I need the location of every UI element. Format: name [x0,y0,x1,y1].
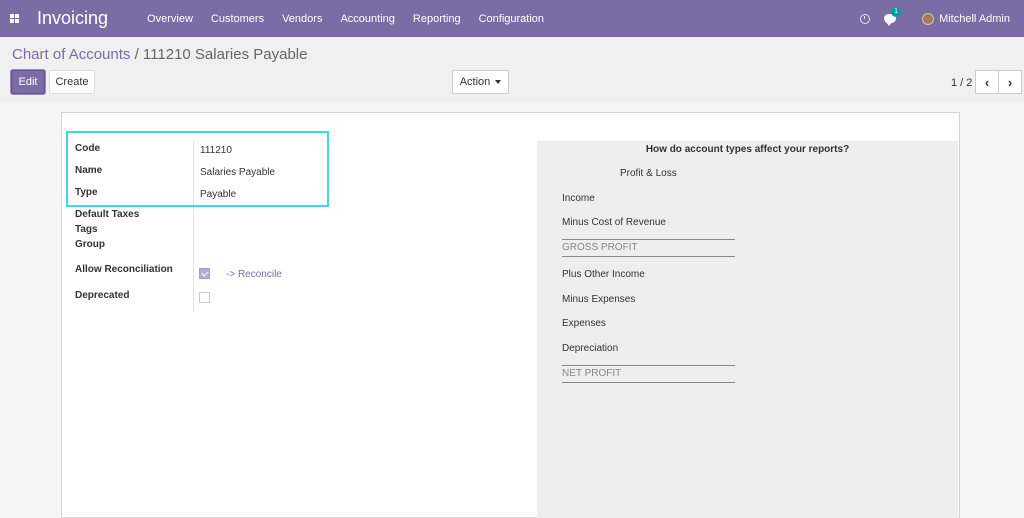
chevron-right-icon: › [1007,74,1013,90]
deprecated-label: Deprecated [75,290,130,301]
create-button[interactable]: Create [49,70,95,94]
user-name[interactable]: Mitchell Admin [939,13,1010,25]
breadcrumb-separator: / [134,46,139,63]
action-dropdown-button[interactable]: Action [452,70,509,94]
caret-down-icon [495,80,502,84]
help-expenses: Expenses [562,318,606,329]
help-minus-expenses: Minus Expenses [562,294,636,305]
help-depreciation: Depreciation [562,343,619,354]
reconcile-link[interactable]: -> Reconcile [226,269,282,280]
tags-label: Tags [75,224,98,235]
pager-value[interactable]: 1 / 2 [951,77,972,89]
help-income: Income [562,193,595,204]
chat-badge: 1 [891,7,901,17]
help-minus-cost: Minus Cost of Revenue [562,217,666,228]
breadcrumb: Chart of Accounts / 111210 Salaries Paya… [12,46,307,63]
help-plus-other-income: Plus Other Income [562,269,645,280]
allow-reconciliation-label: Allow Reconciliation [75,264,173,275]
breadcrumb-current: 111210 Salaries Payable [142,46,308,63]
help-net-profit: NET PROFIT [562,365,735,383]
group-label: Group [75,239,105,250]
menu-item-customers[interactable]: Customers [202,13,273,25]
app-name[interactable]: Invoicing [37,8,108,29]
main-menu: Overview Customers Vendors Accounting Re… [138,13,553,25]
pager-previous-button[interactable]: ‹ [975,70,999,94]
apps-menu-icon[interactable] [0,0,28,37]
allow-reconciliation-checkbox[interactable] [199,268,210,279]
menu-item-reporting[interactable]: Reporting [404,13,470,25]
deprecated-checkbox[interactable] [199,292,210,303]
help-subtitle: Profit & Loss [620,168,677,179]
menu-item-overview[interactable]: Overview [138,13,202,25]
action-button-label: Action [459,76,491,88]
help-title: How do account types affect your reports… [645,144,850,155]
menu-item-configuration[interactable]: Configuration [470,13,553,25]
breadcrumb-parent[interactable]: Chart of Accounts [12,46,130,63]
activity-clock-icon[interactable] [860,13,871,24]
default-taxes-label: Default Taxes [75,209,140,220]
chevron-left-icon: ‹ [984,74,990,90]
help-panel [537,141,958,518]
selection-highlight [66,131,329,207]
help-gross-profit: GROSS PROFIT [562,239,735,257]
navbar-right: 1 Mitchell Admin [860,0,1024,37]
pager-next-button[interactable]: › [998,70,1022,94]
messaging-menu[interactable]: 1 [884,7,901,26]
edit-button[interactable]: Edit [11,70,45,94]
user-avatar[interactable] [922,12,935,25]
menu-item-vendors[interactable]: Vendors [273,13,331,25]
top-navbar: Invoicing Overview Customers Vendors Acc… [0,0,1024,37]
menu-item-accounting[interactable]: Accounting [331,13,403,25]
